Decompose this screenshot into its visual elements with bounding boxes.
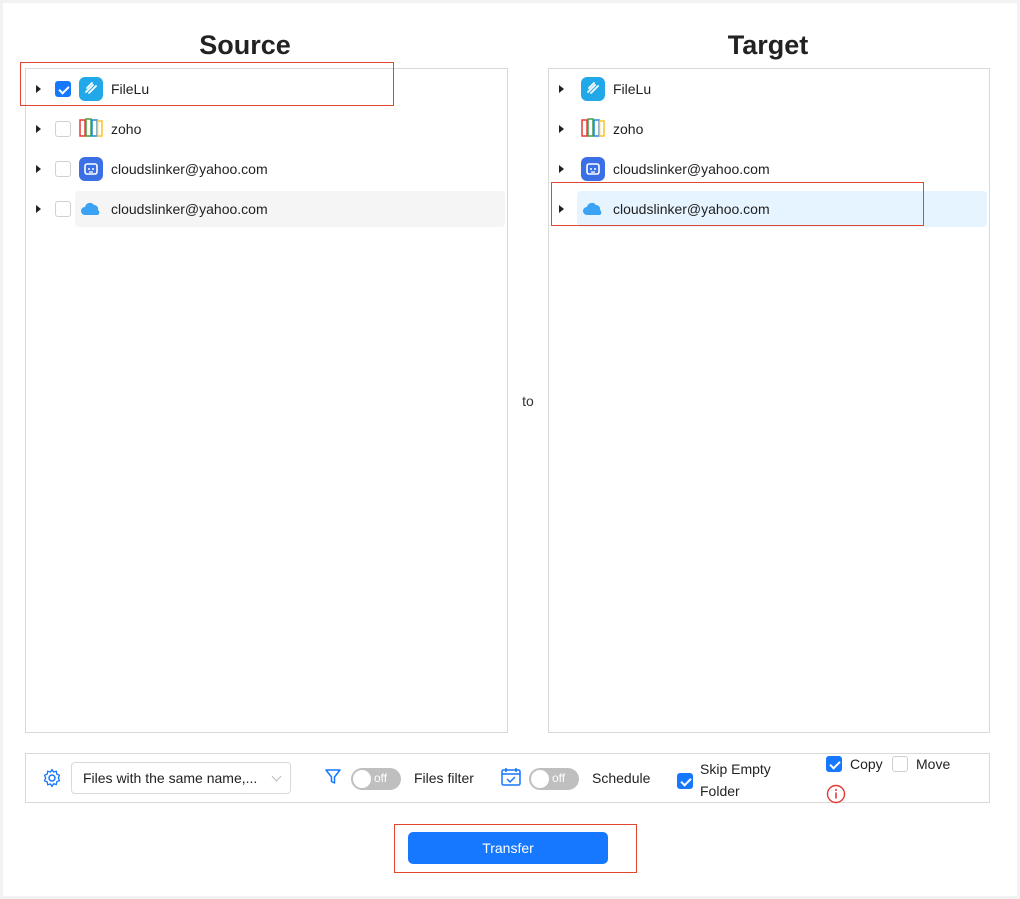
source-node-label: cloudslinker@yahoo.com (111, 201, 268, 217)
zoho-icon (79, 117, 103, 141)
source-node-label: FileLu (111, 81, 150, 97)
source-node-icloud[interactable]: cloudslinker@yahoo.com (75, 191, 505, 227)
source-title: Source (199, 30, 291, 60)
files-filter-toggle[interactable]: off (351, 768, 401, 790)
source-node-filelu[interactable]: FileLu (75, 71, 505, 107)
expand-caret-icon[interactable] (36, 205, 41, 213)
settings-gear-icon[interactable] (42, 768, 62, 793)
files-filter-label: Files filter (414, 770, 474, 786)
target-node-label: cloudslinker@yahoo.com (613, 161, 770, 177)
target-node-filelu[interactable]: FileLu (577, 71, 987, 107)
filter-funnel-icon (324, 768, 342, 791)
transfer-button[interactable]: Transfer (408, 832, 608, 864)
schedule-toggle-text: off (552, 771, 566, 785)
schedule-calendar-icon (500, 767, 522, 792)
skip-empty-folder-checkbox[interactable] (677, 773, 693, 789)
expand-caret-icon[interactable] (36, 85, 41, 93)
filelu-icon (581, 77, 605, 101)
source-node-box[interactable]: cloudslinker@yahoo.com (75, 151, 505, 187)
source-checkbox-zoho[interactable] (55, 121, 71, 137)
conflict-mode-select[interactable]: Files with the same name,... (71, 762, 291, 794)
chevron-down-icon (271, 771, 282, 782)
toggle-knob (531, 770, 549, 788)
source-checkbox-icloud[interactable] (55, 201, 71, 217)
skip-empty-label-line2: Folder (700, 783, 740, 799)
skip-empty-label-line1: Skip Empty (700, 761, 771, 777)
target-node-label: cloudslinker@yahoo.com (613, 201, 770, 217)
source-row-filelu: FileLu (26, 71, 507, 107)
expand-caret-icon[interactable] (559, 165, 564, 173)
expand-caret-icon[interactable] (559, 125, 564, 133)
source-row-box: cloudslinker@yahoo.com (26, 151, 507, 187)
zoho-icon (581, 117, 605, 141)
move-checkbox[interactable] (892, 756, 908, 772)
target-row-filelu: FileLu (549, 71, 989, 107)
copy-checkbox[interactable] (826, 756, 842, 772)
expand-caret-icon[interactable] (559, 205, 564, 213)
source-tree-panel: FileLu zoho cloudslinker@yahoo.com cloud… (25, 68, 508, 733)
target-node-zoho[interactable]: zoho (577, 111, 987, 147)
target-node-label: FileLu (613, 81, 652, 97)
icloud-icon (79, 197, 103, 221)
source-row-icloud: cloudslinker@yahoo.com (26, 191, 507, 227)
target-node-box[interactable]: cloudslinker@yahoo.com (577, 151, 987, 187)
options-bar: Files with the same name,... off Files f… (25, 753, 990, 804)
connector-label: to (522, 393, 534, 409)
target-row-box: cloudslinker@yahoo.com (549, 151, 989, 187)
filelu-icon (79, 77, 103, 101)
target-row-icloud: cloudslinker@yahoo.com (549, 191, 989, 227)
expand-caret-icon[interactable] (36, 125, 41, 133)
schedule-toggle[interactable]: off (529, 768, 579, 790)
target-node-icloud[interactable]: cloudslinker@yahoo.com (577, 191, 987, 227)
box-bot-icon (581, 157, 605, 181)
source-node-zoho[interactable]: zoho (75, 111, 505, 147)
source-row-zoho: zoho (26, 111, 507, 147)
box-bot-icon (79, 157, 103, 181)
toggle-knob (353, 770, 371, 788)
icloud-icon (581, 197, 605, 221)
source-checkbox-filelu[interactable] (55, 81, 71, 97)
expand-caret-icon[interactable] (36, 165, 41, 173)
info-icon[interactable] (826, 784, 846, 809)
conflict-mode-value: Files with the same name,... (83, 770, 258, 786)
target-node-label: zoho (613, 121, 644, 137)
move-label: Move (916, 756, 951, 772)
target-row-zoho: zoho (549, 111, 989, 147)
target-title: Target (727, 30, 809, 60)
files-filter-toggle-text: off (374, 771, 388, 785)
copy-label: Copy (850, 756, 883, 772)
schedule-label: Schedule (592, 770, 651, 786)
target-tree-panel: FileLu zoho cloudslinker@yahoo.com cloud… (548, 68, 990, 733)
source-node-label: cloudslinker@yahoo.com (111, 161, 268, 177)
source-checkbox-box[interactable] (55, 161, 71, 177)
source-node-label: zoho (111, 121, 142, 137)
expand-caret-icon[interactable] (559, 85, 564, 93)
